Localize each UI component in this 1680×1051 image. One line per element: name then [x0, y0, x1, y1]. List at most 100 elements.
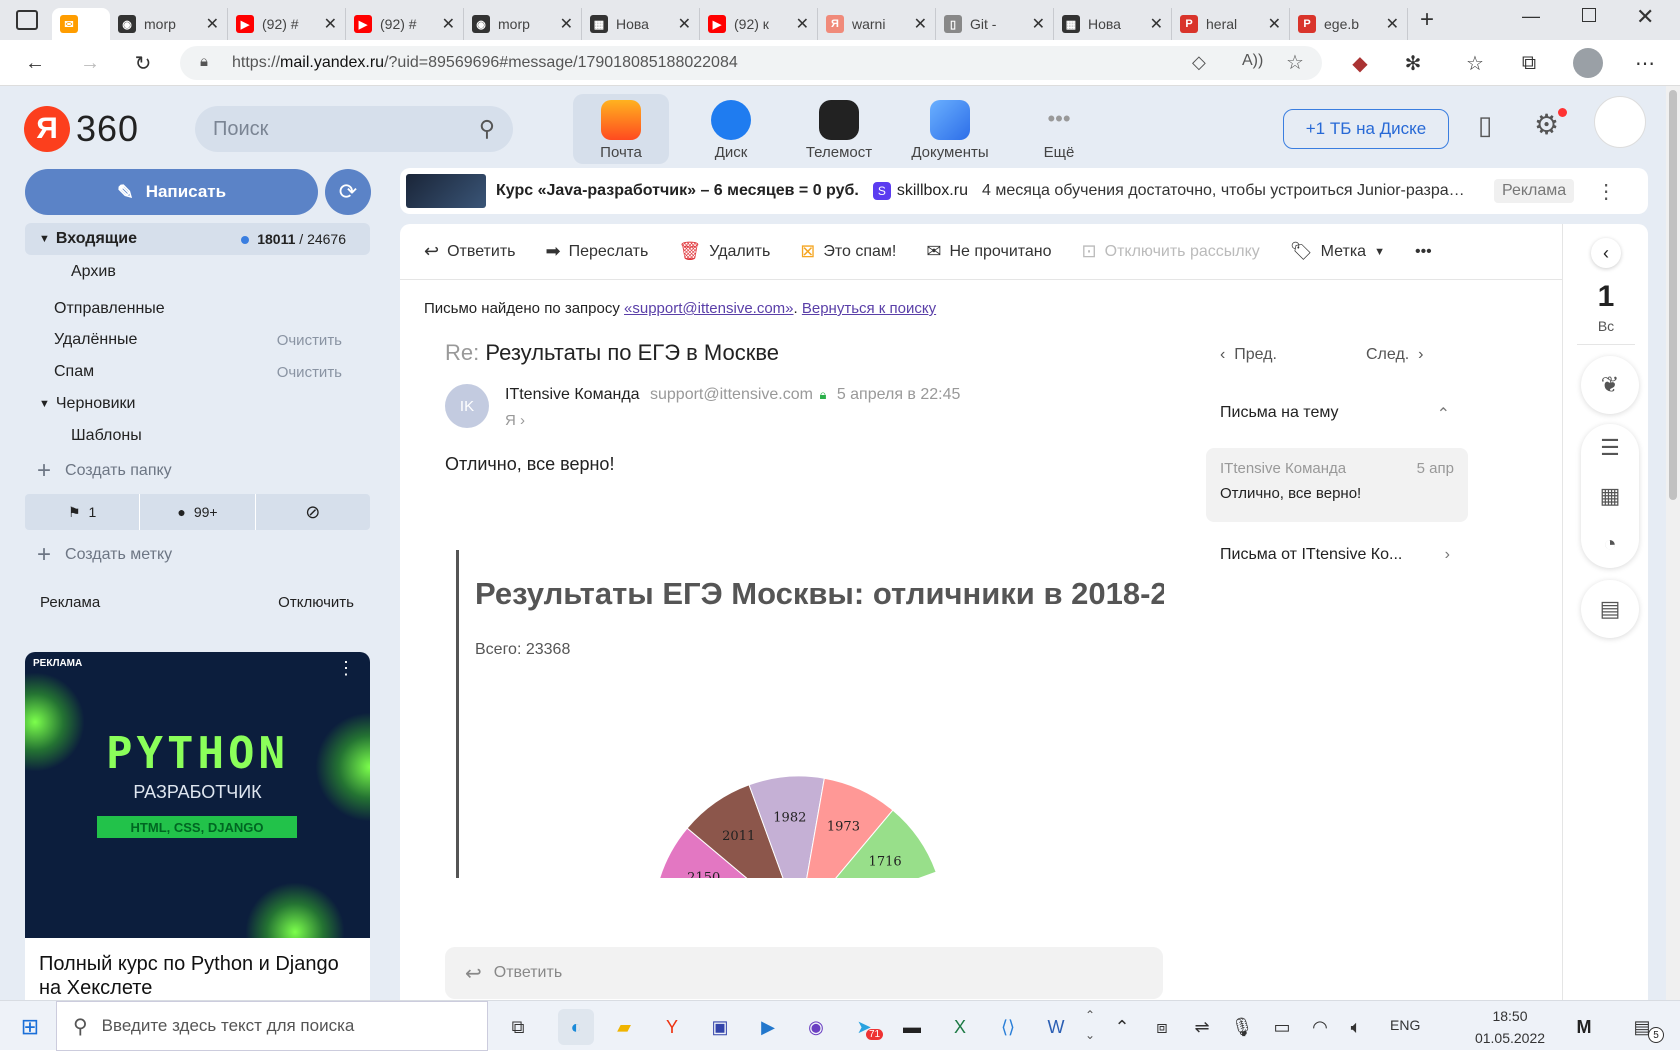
close-tab-icon[interactable]: ✕ — [678, 14, 691, 34]
compose-button[interactable]: ✎ Написать — [25, 169, 318, 215]
more-actions-button[interactable]: ••• — [1415, 243, 1432, 261]
quick-reply-box[interactable]: ↩ Ответить — [445, 947, 1163, 999]
close-tab-icon[interactable]: ✕ — [560, 14, 573, 34]
language-indicator[interactable]: ENG — [1390, 1017, 1420, 1033]
windows-start-icon[interactable]: ⊞ — [12, 1009, 48, 1045]
tray-app-icon[interactable]: ⧈ — [1144, 1009, 1180, 1045]
banner-menu-icon[interactable]: ⋮ — [1596, 179, 1616, 204]
browser-tab[interactable]: ▶ (92) # ✕ — [228, 8, 346, 40]
close-tab-icon[interactable]: ✕ — [796, 14, 809, 34]
collapse-rail-icon[interactable]: ‹ — [1591, 238, 1621, 268]
spam-button[interactable]: ⊠ Это спам! — [800, 241, 896, 262]
forward-icon[interactable]: → — [75, 48, 105, 78]
ad-menu-icon[interactable]: ⋮ — [337, 658, 355, 679]
widgets-grid-icon[interactable]: ▦ — [1581, 472, 1639, 520]
extension-icon[interactable]: ◆ — [1345, 48, 1375, 78]
thread-header[interactable]: Письма на тему ⌃ — [1220, 404, 1450, 423]
search-input[interactable]: Поиск ⚲ — [195, 106, 513, 152]
close-tab-icon[interactable]: ✕ — [914, 14, 927, 34]
todo-list-icon[interactable]: ☰ — [1581, 424, 1639, 472]
unsubscribe-button[interactable]: ⊡ Отключить рассылку — [1082, 241, 1260, 262]
favorites-icon[interactable]: ☆ — [1460, 48, 1490, 78]
close-tab-icon[interactable]: ✕ — [1150, 14, 1163, 34]
sender-avatar[interactable]: IK — [445, 384, 489, 428]
reply-button[interactable]: ↩ Ответить — [424, 241, 515, 262]
sidebar-ad[interactable]: РЕКЛАМА ⋮ PYTHON РАЗРАБОТЧИК HTML, CSS, … — [25, 652, 370, 1000]
mobile-app-icon[interactable]: ▯ — [1478, 110, 1492, 141]
back-icon[interactable]: ← — [20, 48, 50, 78]
folder-deleted[interactable]: Удалённые Очистить — [25, 324, 370, 356]
reader-icon[interactable]: ◇ — [1192, 52, 1206, 73]
mark-unread-button[interactable]: ✉ Не прочитано — [926, 241, 1051, 262]
close-tab-icon[interactable]: ✕ — [324, 14, 337, 34]
extensions-puzzle-icon[interactable]: ✻ — [1398, 48, 1428, 78]
tray-settings-icon[interactable]: ⇌ — [1184, 1009, 1220, 1045]
wifi-icon[interactable]: ◠ — [1302, 1009, 1338, 1045]
ads-disable-link[interactable]: Отключить — [278, 594, 354, 611]
media-player-icon[interactable]: ▶ — [750, 1009, 786, 1045]
clear-deleted-link[interactable]: Очистить — [277, 332, 342, 349]
meet-app-icon[interactable]: M — [1566, 1009, 1602, 1045]
reload-icon[interactable]: ↻ — [128, 48, 158, 78]
browser-tab[interactable]: Pege.b ✕ — [1290, 8, 1408, 40]
clear-spam-link[interactable]: Очистить — [277, 364, 342, 381]
browser-tab[interactable]: Pheral ✕ — [1172, 8, 1290, 40]
prev-message-link[interactable]: ‹ Пред. — [1220, 346, 1277, 364]
refresh-button[interactable]: ⟳ — [325, 169, 371, 215]
next-message-link[interactable]: След. › — [1366, 346, 1423, 364]
recipient-line[interactable]: Я › — [505, 412, 525, 429]
thread-item[interactable]: ITtensive Команда 5 апр Отлично, все верн… — [1206, 448, 1468, 522]
browser-tab[interactable]: Яwarni ✕ — [818, 8, 936, 40]
close-tab-icon[interactable]: ✕ — [442, 14, 455, 34]
pie-chart-icon[interactable]: ◔ — [1581, 520, 1639, 568]
unread-filter[interactable]: ● 99+ — [140, 494, 256, 530]
taskbar-search[interactable]: ⚲ Введите здесь текст для поиска — [56, 1001, 488, 1051]
read-aloud-icon[interactable]: A)) — [1242, 52, 1263, 70]
new-tab-icon[interactable]: + — [1420, 6, 1434, 34]
close-window-icon[interactable]: ✕ — [1636, 4, 1654, 30]
folder-drafts[interactable]: ▼ Черновики — [25, 388, 370, 420]
from-sender-link[interactable]: Письма от ITtensive Ко... › — [1220, 546, 1450, 564]
close-tab-icon[interactable]: ✕ — [1386, 14, 1399, 34]
tab-actions-icon[interactable] — [16, 10, 38, 30]
folder-sent[interactable]: Отправленные — [25, 293, 370, 325]
back-to-search-link[interactable]: Вернуться к поиску — [802, 300, 936, 317]
favorite-star-icon[interactable]: ☆ — [1286, 50, 1304, 75]
service-disk[interactable]: Диск — [683, 94, 779, 164]
file-explorer-icon[interactable]: ▰ — [606, 1009, 642, 1045]
clock[interactable]: 18:50 01.05.2022 — [1470, 1005, 1550, 1049]
close-tab-icon[interactable]: ✕ — [1032, 14, 1045, 34]
forward-button[interactable]: ➡ Переслать — [545, 241, 648, 262]
notes-app-button[interactable]: ❦ — [1581, 356, 1639, 414]
sender-email[interactable]: support@ittensive.com — [650, 386, 813, 403]
lock-icon[interactable]: 🔒︎ — [200, 53, 208, 70]
edge-app-icon[interactable]: ◐ — [558, 1009, 594, 1045]
service-telemost[interactable]: Телемост — [791, 94, 887, 164]
browser-tab[interactable]: ✉ — [52, 8, 110, 40]
browser-tab[interactable]: ▯ Git - ✕ — [936, 8, 1054, 40]
user-avatar[interactable] — [1594, 96, 1646, 148]
attachments-filter[interactable]: ⊘ — [256, 494, 370, 530]
taskbar-scroll-arrows[interactable]: ⌃ ⌄ — [1085, 1005, 1095, 1045]
page-scrollbar[interactable] — [1666, 86, 1680, 1000]
folder-spam[interactable]: Спам Очистить — [25, 356, 370, 388]
service-more[interactable]: ••• Ещё — [1011, 94, 1107, 164]
more-menu-icon[interactable]: ⋯ — [1630, 48, 1660, 78]
browser-tab[interactable]: ◉ morp ✕ — [110, 8, 228, 40]
github-desktop-icon[interactable]: ◉ — [798, 1009, 834, 1045]
task-view-icon[interactable]: ⧉ — [500, 1009, 536, 1045]
collections-icon[interactable]: ⧉ — [1514, 48, 1544, 78]
service-documents[interactable]: Документы — [900, 94, 1000, 164]
disk-promo-button[interactable]: +1 ТБ на Диске — [1283, 109, 1449, 149]
settings-gear-icon[interactable]: ⚙ — [1534, 108, 1559, 141]
close-tab-icon[interactable]: ✕ — [1268, 14, 1281, 34]
folder-inbox[interactable]: ▼ Входящие 18011 / 24676 — [25, 223, 370, 255]
service-mail[interactable]: Почта — [573, 94, 669, 164]
search-query-link[interactable]: «support@ittensive.com» — [624, 300, 793, 317]
create-folder-button[interactable]: + Создать папку — [25, 455, 370, 487]
browser-tab[interactable]: ▦ Нова ✕ — [582, 8, 700, 40]
url-field[interactable]: 🔒︎ https://mail.yandex.ru/?uid=89569696#… — [180, 46, 1322, 80]
search-icon[interactable]: ⚲ — [479, 116, 495, 142]
excel-icon[interactable]: X — [942, 1009, 978, 1045]
terminal-icon[interactable]: ▬ — [894, 1009, 930, 1045]
